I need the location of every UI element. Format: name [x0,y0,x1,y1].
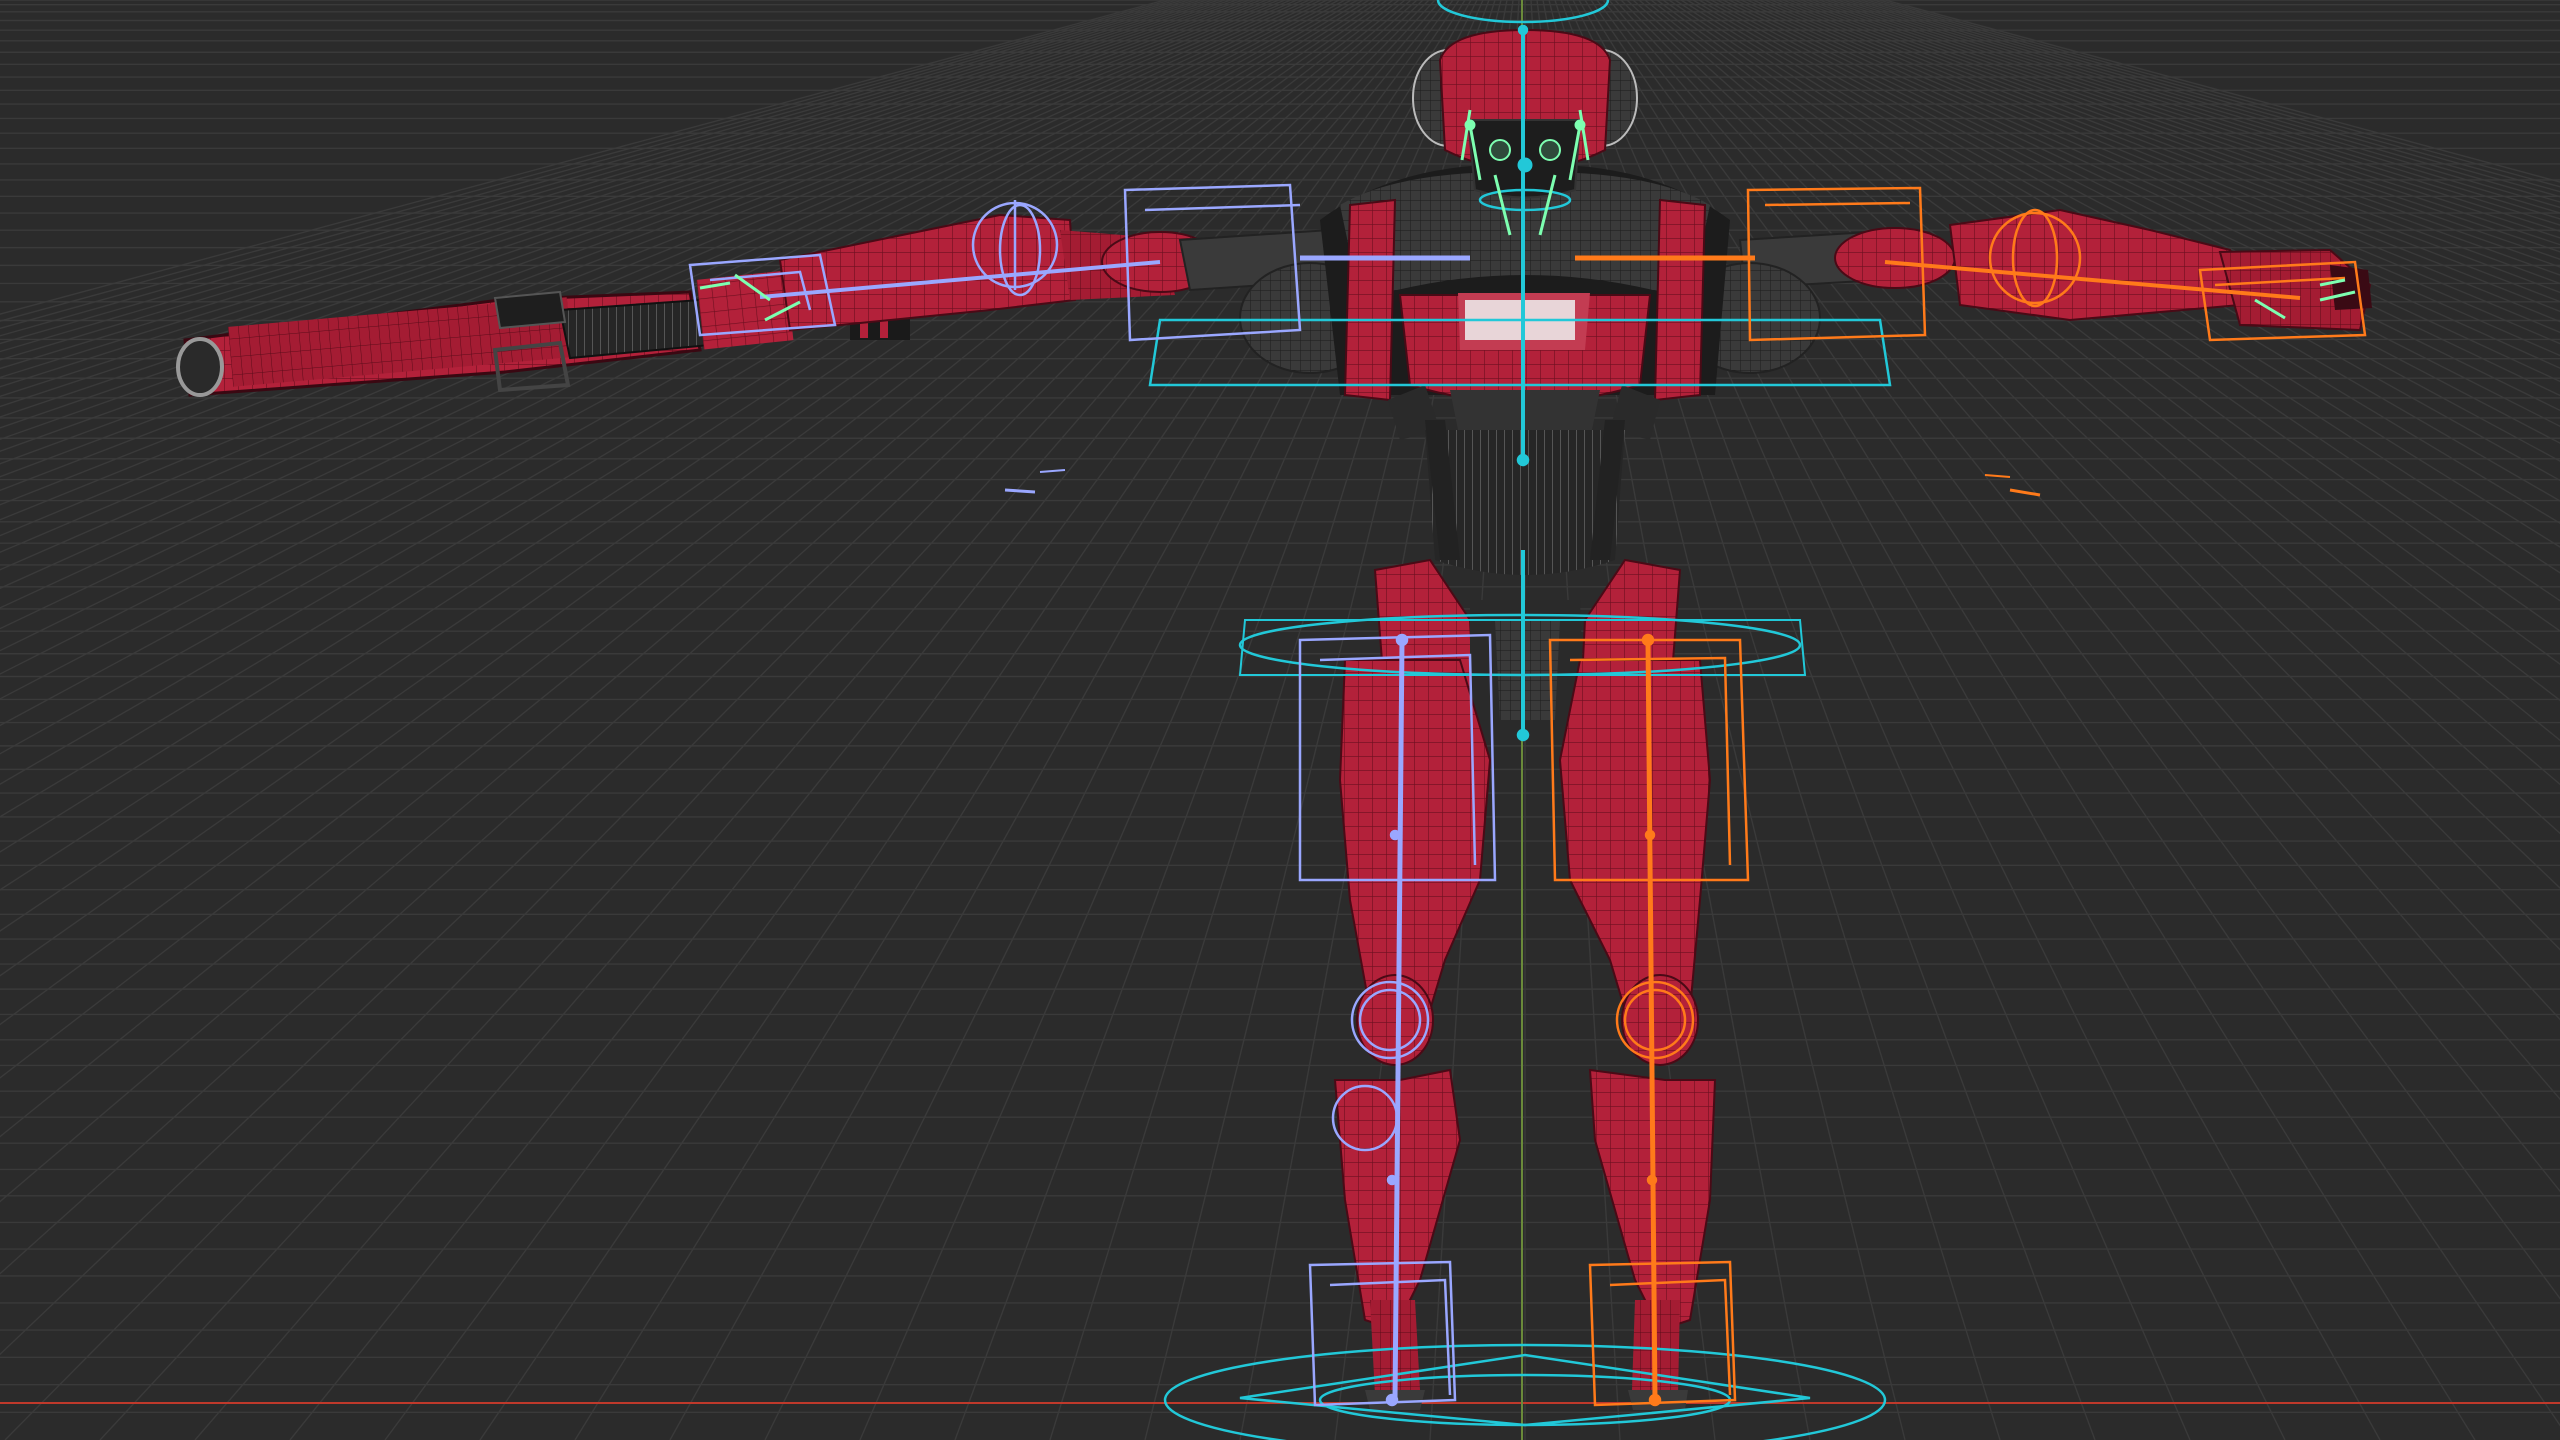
3d-viewport[interactable] [0,0,2560,1440]
viewport-canvas[interactable] [0,0,2560,1440]
